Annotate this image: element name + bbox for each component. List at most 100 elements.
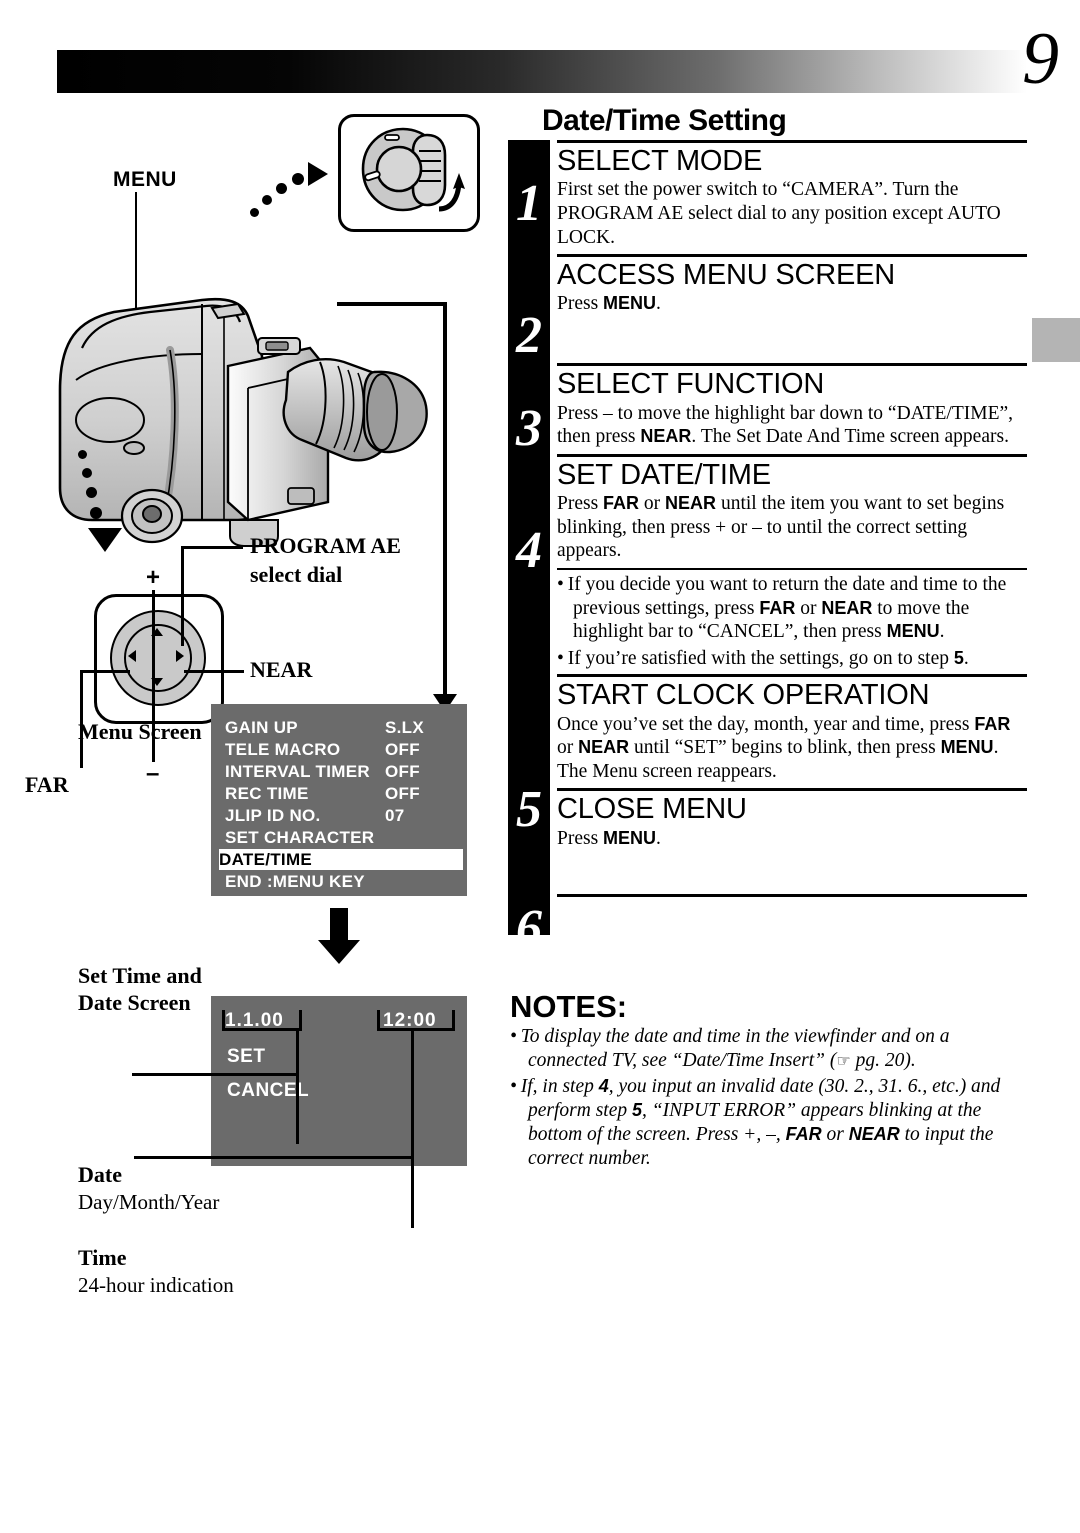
date-callout-horizontal-run: [132, 1073, 299, 1076]
viewfinder-to-menu-leader-h: [337, 302, 447, 306]
menu-row[interactable]: SET CHARACTER: [225, 828, 457, 847]
step-4-heading: SET DATE/TIME: [557, 458, 771, 491]
time-callout-vertical-run: [411, 1028, 414, 1228]
note-item-1: • To display the date and time in the vi…: [510, 1026, 950, 1072]
osd-set-option[interactable]: SET: [227, 1046, 265, 1068]
step-1: SELECT MODE First set the power switch t…: [557, 145, 1027, 249]
program-ae-dial-inset: [338, 114, 480, 232]
step-2-body-bold: MENU: [603, 293, 657, 314]
step-4-bullet-2: • If you’re satisfied with the settings,…: [557, 647, 969, 669]
far-leader-h: [80, 670, 130, 673]
date-callout-vertical-run: [296, 1028, 299, 1144]
program-ae-leader-v: [181, 546, 184, 646]
step-number-3: 3: [516, 400, 542, 457]
menu-row[interactable]: INTERVAL TIMER OFF: [225, 762, 457, 781]
step-divider: [557, 674, 1027, 678]
menu-row-label: REC TIME: [225, 783, 309, 803]
menu-row-label: TELE MACRO: [225, 739, 341, 759]
step-6-body-prefix: Press: [557, 827, 604, 849]
step-number-6: 6: [516, 900, 542, 957]
step-2-body-suffix: .: [656, 293, 661, 315]
menu-button-callout-label: MENU: [113, 168, 177, 191]
menu-row-value: OFF: [385, 761, 420, 781]
bullet-divider: [557, 568, 1027, 570]
step-2-body-prefix: Press: [557, 293, 604, 315]
step-divider: [557, 788, 1027, 792]
step-6-body-bold: MENU: [603, 827, 657, 848]
manual-page: 9 MENU + – PROGRAM AE select dial NEAR F…: [0, 0, 1080, 1533]
step-divider-last: [557, 893, 1027, 897]
menu-row-value: OFF: [385, 739, 420, 759]
near-leader-line: [184, 670, 244, 673]
step-divider: [557, 363, 1027, 367]
time-value-bracket: [377, 1010, 455, 1031]
flow-down-arrow-icon: [318, 908, 360, 964]
program-ae-sublabel: select dial: [250, 562, 343, 587]
menu-row[interactable]: JLIP ID NO. 07: [225, 806, 457, 825]
note-item-1-text: To display the date and time in the view…: [520, 1026, 950, 1072]
set-screen-caption-line2: Date Screen: [78, 990, 191, 1015]
step-divider: [557, 453, 1027, 457]
menu-screen-caption: Menu Screen: [78, 719, 202, 744]
step-6-body: Press MENU.: [557, 827, 1027, 889]
time-callout-label: Time: [78, 1245, 127, 1270]
menu-row[interactable]: GAIN UP S.LX: [225, 718, 457, 737]
menu-screen-footer: END :MENU KEY: [225, 872, 365, 891]
note-item-2: • If, in step 4, you input an invalid da…: [510, 1075, 1001, 1170]
date-callout-label: Date: [78, 1162, 122, 1187]
menu-row-label: JLIP ID NO.: [225, 805, 321, 825]
menu-row-label: DATE/TIME: [219, 849, 313, 869]
side-index-tab: [1032, 318, 1080, 362]
step-number-4: 4: [516, 522, 542, 579]
date-callout-sublabel: Day/Month/Year: [78, 1190, 220, 1214]
step-3-body: Press – to move the highlight bar down t…: [557, 402, 1014, 448]
step-3: SELECT FUNCTION Press – to move the high…: [557, 369, 1027, 449]
menu-row[interactable]: TELE MACRO OFF: [225, 740, 457, 759]
set-screen-caption-line1: Set Time and: [78, 963, 202, 988]
procedure-steps: SELECT MODE First set the power switch t…: [557, 140, 1027, 897]
notes-heading: NOTES:: [510, 989, 628, 1024]
step-2: ACCESS MENU SCREEN Press MENU.: [557, 259, 1027, 358]
program-ae-label: PROGRAM AE: [250, 533, 401, 558]
viewfinder-to-menu-leader-v: [443, 302, 447, 697]
step-number-2: 2: [516, 307, 542, 364]
step-4-bullet-1: • If you decide you want to return the d…: [557, 574, 1007, 643]
time-callout-sublabel: 24-hour indication: [78, 1273, 234, 1297]
step-4-bullet-1-text: If you decide you want to return the dat…: [567, 574, 1007, 643]
step-divider: [557, 140, 1027, 143]
control-pad-right-arrow: [176, 650, 184, 662]
menu-row-selected[interactable]: DATE/TIME: [219, 849, 463, 870]
note-item-2-text: If, in step 4, you input an invalid date…: [520, 1075, 1001, 1170]
step-number-1: 1: [516, 175, 542, 232]
step-5-heading: START CLOCK OPERATION: [557, 679, 930, 712]
step-5-body: Once you’ve set the day, month, year and…: [557, 713, 1011, 782]
step-1-body: First set the power switch to “CAMERA”. …: [557, 179, 1001, 248]
control-pad-left-arrow: [128, 650, 136, 662]
page-number: 9: [1022, 18, 1059, 100]
menu-row-label: SET CHARACTER: [225, 827, 375, 847]
header-gradient-bar: [57, 50, 1027, 93]
date-value-bracket: [222, 1010, 302, 1031]
minus-label: –: [146, 760, 160, 787]
menu-row[interactable]: REC TIME OFF: [225, 784, 457, 803]
dial-inset-graphic: [361, 127, 465, 212]
menu-row-label: GAIN UP: [225, 717, 298, 737]
menu-row-label: INTERVAL TIMER: [225, 761, 370, 781]
step-4-body: Press FAR or NEAR until the item you wan…: [557, 493, 1005, 562]
step-number-5: 5: [516, 781, 542, 838]
page-title: Date/Time Setting: [542, 104, 787, 137]
step-6: CLOSE MENU Press MENU.: [557, 794, 1027, 888]
step-divider: [557, 254, 1027, 258]
near-label: NEAR: [250, 657, 313, 682]
step-3-heading: SELECT FUNCTION: [557, 368, 825, 401]
step-1-heading: SELECT MODE: [557, 145, 763, 177]
osd-menu-screen: GAIN UP S.LX TELE MACRO OFF INTERVAL TIM…: [211, 704, 467, 896]
step-4: SET DATE/TIME Press FAR or NEAR until th…: [557, 458, 1027, 563]
step-4-bullets: • If you decide you want to return the d…: [557, 573, 1027, 670]
step-6-body-suffix: .: [656, 827, 661, 849]
step-6-heading: CLOSE MENU: [557, 793, 747, 826]
notes-list: • To display the date and time in the vi…: [510, 1024, 1030, 1173]
minus-leader-line: [152, 656, 155, 762]
step-4-bullet-2-text: If you’re satisfied with the settings, g…: [567, 647, 969, 669]
menu-row-value: OFF: [385, 783, 420, 803]
